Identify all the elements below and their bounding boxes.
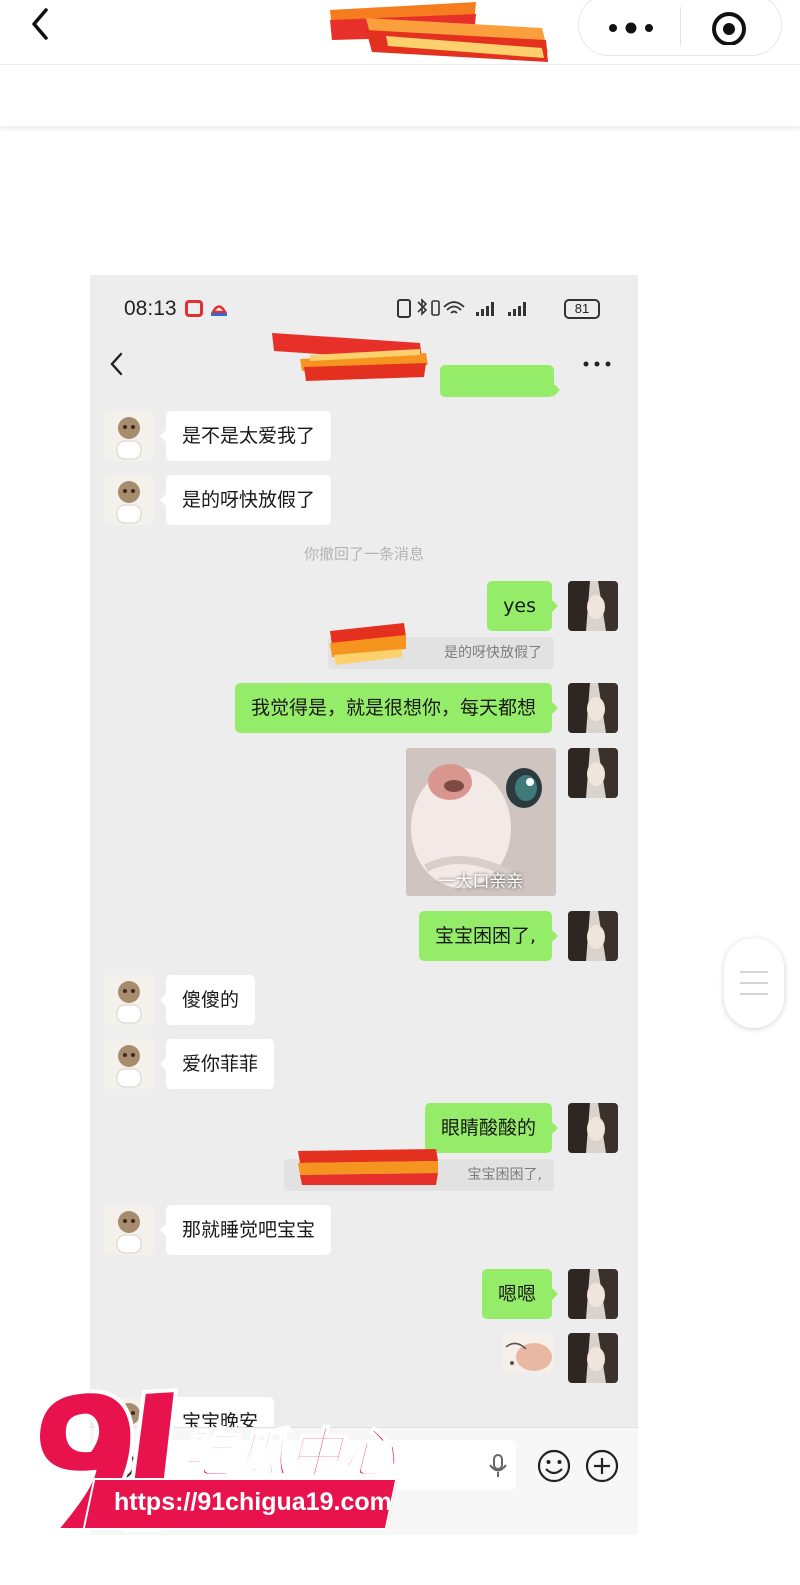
avatar[interactable] xyxy=(568,911,618,961)
message-bubble[interactable]: 那就睡觉吧宝宝 xyxy=(159,1205,332,1255)
more-dots-icon[interactable] xyxy=(582,359,612,369)
avatar[interactable] xyxy=(104,411,154,461)
outer-header xyxy=(0,0,800,64)
capsule-divider xyxy=(680,7,681,45)
watermark-url: https://91chigua19.com xyxy=(114,1488,392,1516)
menu-lines-icon xyxy=(740,971,768,995)
side-drawer-handle[interactable] xyxy=(724,938,784,1028)
message-bubble[interactable]: yes xyxy=(487,581,558,631)
message-bubble-cutoff xyxy=(440,365,560,397)
message-bubble[interactable]: 眼睛酸酸的 xyxy=(424,1103,559,1153)
avatar[interactable] xyxy=(568,1333,618,1383)
avatar[interactable] xyxy=(568,1269,618,1319)
redaction-mark xyxy=(330,2,548,62)
avatar[interactable] xyxy=(568,683,618,733)
sticker-caption: 一大口亲亲 xyxy=(438,872,524,892)
redaction-mark xyxy=(298,1149,438,1185)
chevron-left-icon[interactable] xyxy=(108,351,126,377)
message-bubble[interactable]: 是的呀快放假了 xyxy=(159,475,332,525)
mini-program-capsule xyxy=(578,0,782,56)
watermark-logo-text: 吃瓜中心 xyxy=(180,1424,398,1484)
chat-screenshot: 08:13 81 是不是太爱我了 是的呀快放假了 你撤回了一条消息 yes 是的… xyxy=(90,275,638,1535)
notification-icon xyxy=(210,305,228,316)
avatar[interactable] xyxy=(104,975,154,1025)
message-bubble[interactable]: 爱你菲菲 xyxy=(159,1039,275,1089)
emoji-icon[interactable] xyxy=(536,1448,572,1484)
target-icon[interactable] xyxy=(709,5,749,45)
message-bubble[interactable]: 我觉得是，就是很想你，每天都想 xyxy=(234,683,559,733)
more-dots-icon[interactable] xyxy=(601,9,661,39)
sticker-image[interactable]: 一大口亲亲 xyxy=(406,748,556,896)
avatar[interactable] xyxy=(104,475,154,525)
avatar[interactable] xyxy=(104,1205,154,1255)
avatar[interactable] xyxy=(104,1039,154,1089)
message-bubble[interactable]: 宝宝困困了, xyxy=(418,911,559,961)
redaction-mark xyxy=(272,333,428,381)
redaction-mark xyxy=(330,623,406,665)
mic-icon[interactable] xyxy=(488,1454,508,1478)
plus-icon[interactable] xyxy=(584,1448,620,1484)
outer-subheader xyxy=(0,64,800,126)
avatar[interactable] xyxy=(568,748,618,798)
message-bubble[interactable]: 嗯嗯 xyxy=(481,1269,559,1319)
message-bubble[interactable]: 是不是太爱我了 xyxy=(159,411,332,461)
avatar[interactable] xyxy=(568,581,618,631)
avatar[interactable] xyxy=(568,1103,618,1153)
sticker-image[interactable] xyxy=(502,1333,554,1373)
message-bubble[interactable]: 傻傻的 xyxy=(159,975,256,1025)
system-message: 你撤回了一条消息 xyxy=(303,545,424,563)
back-icon[interactable] xyxy=(24,4,60,44)
record-icon xyxy=(185,300,203,317)
status-time: 08:13 xyxy=(124,297,177,320)
battery-indicator: 81 xyxy=(564,299,600,319)
